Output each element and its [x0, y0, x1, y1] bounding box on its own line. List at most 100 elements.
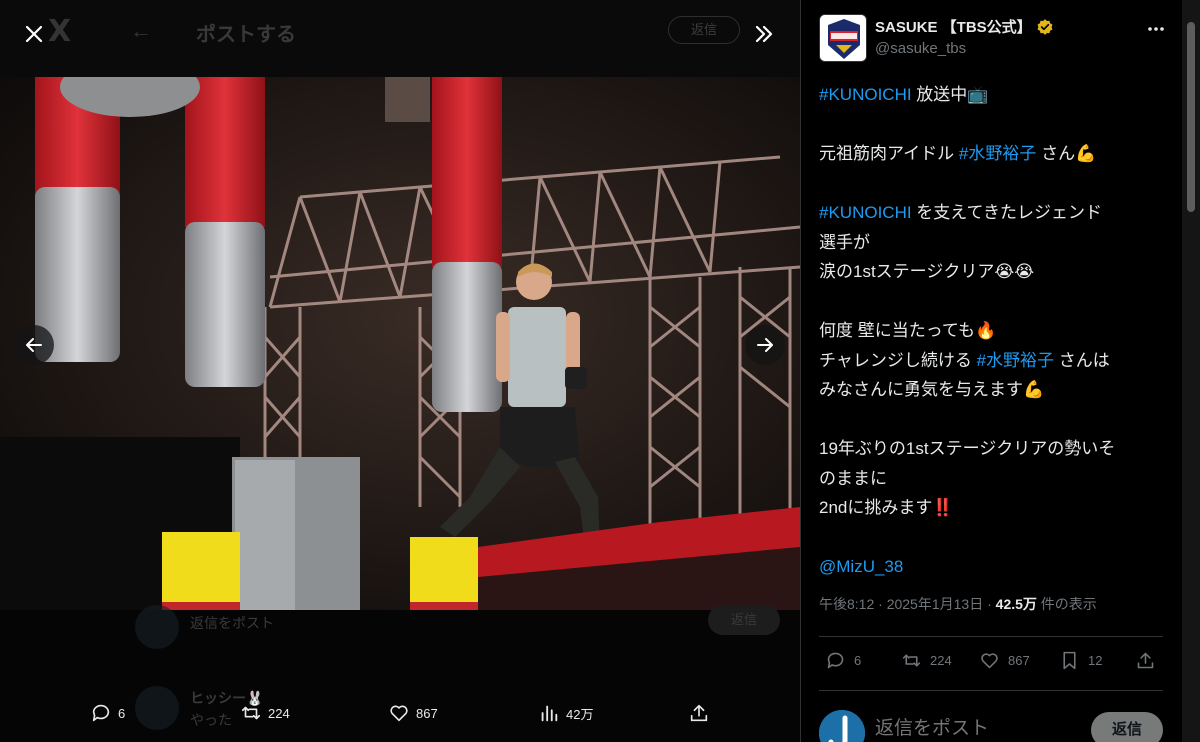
- bookmark-button[interactable]: 12: [1059, 650, 1102, 671]
- display-name-text: SASUKE 【TBS公式】: [875, 19, 1032, 36]
- background-header-title: ポストする: [196, 22, 296, 46]
- tweet-text-line: チャレンジし続ける #水野裕子 さんは: [819, 346, 1169, 376]
- tweet-text-segment: 何度 壁に当たっても🔥: [819, 321, 997, 340]
- like-button[interactable]: 867: [979, 650, 1030, 671]
- display-name[interactable]: SASUKE 【TBS公式】: [875, 16, 1054, 37]
- viewer-reply-count: 6: [118, 705, 126, 721]
- user-handle[interactable]: @sasuke_tbs: [875, 40, 966, 57]
- background-reply-button: 返信: [668, 16, 740, 44]
- bookmark-icon: [1063, 651, 1076, 670]
- expand-panel-button[interactable]: [746, 16, 782, 52]
- verified-badge-icon: [1037, 18, 1053, 35]
- divider: [819, 690, 1163, 691]
- analytics-icon: [541, 705, 558, 722]
- tweet-text-line: 19年ぶりの1stステージクリアの勢いそ: [819, 434, 1169, 464]
- tweet-text-line: 元祖筋肉アイドル #水野裕子 さん💪: [819, 139, 1169, 169]
- viewer-views-button[interactable]: 42万: [538, 702, 593, 724]
- reply-input[interactable]: [875, 718, 1075, 740]
- tweet-text-segment: 選手が: [819, 232, 870, 252]
- hashtag-link[interactable]: #水野裕子: [977, 351, 1054, 370]
- tweet-photo: [0, 77, 800, 610]
- reply-icon: [827, 652, 844, 669]
- reply-submit-button[interactable]: 返信: [1091, 712, 1163, 742]
- tweet-text-segment: 放送中📺: [911, 85, 989, 104]
- viewer-reply-button[interactable]: 6: [90, 702, 125, 724]
- retweet-icon: [241, 706, 261, 720]
- background-avatar: [135, 605, 179, 649]
- tweet-text-segment: 2ndに挑みます‼️: [819, 498, 954, 517]
- previous-image-button[interactable]: [14, 325, 54, 365]
- tweet-text-line: 2ndに挑みます‼️: [819, 493, 1169, 523]
- stage-photo-illustration: [0, 77, 800, 610]
- tweet-text-line: のままに: [819, 464, 1169, 494]
- viewer-share-button[interactable]: [688, 702, 710, 724]
- viewer-retweet-count: 224: [268, 705, 290, 721]
- back-arrow-icon: ←: [130, 18, 152, 43]
- avatar[interactable]: [819, 14, 867, 62]
- tweet-text-line: @MizU_38: [819, 552, 1169, 582]
- tweet-text-segment: さんは: [1054, 350, 1110, 370]
- tweet-meta: 午後8:12 · 2025年1月13日 · 42.5万 件の表示: [819, 594, 1097, 614]
- share-button[interactable]: [1135, 650, 1156, 671]
- tweet-text-line: 涙の1stステージクリア😭😭: [819, 257, 1169, 287]
- current-user-avatar[interactable]: [819, 710, 865, 742]
- tweet-text-line: 選手が: [819, 228, 1169, 258]
- tweet-detail-panel: SASUKE 【TBS公式】 @sasuke_tbs #KUNOICHI 放送中…: [800, 0, 1200, 742]
- viewer-retweet-button[interactable]: 224: [240, 702, 290, 724]
- views-count: 42.5万: [995, 596, 1037, 612]
- tweet-text-line: 何度 壁に当たっても🔥: [819, 316, 1169, 346]
- reply-icon: [92, 704, 110, 722]
- tweet-date[interactable]: 2025年1月13日: [887, 596, 984, 612]
- tweet-text-line: みなさんに勇気を与えます💪: [819, 375, 1169, 405]
- tweet-time[interactable]: 午後8:12: [819, 596, 874, 612]
- tweet-text-segment: 涙の1stステージクリア😭😭: [819, 262, 1035, 281]
- next-image-button[interactable]: [745, 325, 785, 365]
- viewer-like-count: 867: [416, 705, 438, 721]
- reply-button[interactable]: 6: [825, 650, 861, 671]
- heart-icon: [390, 705, 408, 722]
- heart-icon: [981, 653, 998, 669]
- tweet-text-segment: さん💪: [1036, 144, 1097, 163]
- share-icon: [1137, 652, 1154, 669]
- background-post-header: X ← ポストする 返信: [0, 0, 800, 77]
- like-count: 867: [1008, 653, 1030, 668]
- reply-composer: 返信: [819, 704, 1163, 742]
- views-label: 件の表示: [1036, 596, 1097, 612]
- chevrons-right-icon: [755, 25, 773, 43]
- tweet-text-segment: 19年ぶりの1stステージクリアの勢いそ: [819, 439, 1116, 458]
- arrow-right-icon: [757, 338, 773, 352]
- background-reply-text: 返信をポスト: [190, 615, 274, 631]
- tweet-text-segment: チャレンジし続ける: [819, 350, 977, 370]
- sasuke-logo-icon: [820, 15, 866, 61]
- viewer-action-bar: 6 224 867 42万: [0, 690, 800, 740]
- tweet-text-segment: みなさんに勇気を与えます💪: [819, 380, 1045, 399]
- scrollbar[interactable]: [1182, 0, 1200, 742]
- reply-count: 6: [854, 653, 862, 668]
- mention-link[interactable]: @MizU_38: [819, 557, 903, 576]
- divider: [819, 636, 1163, 637]
- tweet-text-segment: のままに: [819, 468, 887, 488]
- tweet-action-bar: 6 224 867 12: [819, 650, 1163, 676]
- scrollbar-thumb[interactable]: [1187, 22, 1195, 212]
- share-icon: [690, 704, 708, 722]
- tweet-text: #KUNOICHI 放送中📺 元祖筋肉アイドル #水野裕子 さん💪 #KUNOICH…: [819, 80, 1169, 582]
- hashtag-link[interactable]: #KUNOICHI: [819, 85, 912, 104]
- background-reply-button-2: 返信: [708, 605, 780, 635]
- bookmark-count: 12: [1088, 653, 1103, 668]
- hashtag-link[interactable]: #KUNOICHI: [819, 203, 912, 222]
- meta-separator: ·: [874, 596, 887, 612]
- more-options-button[interactable]: [1141, 14, 1171, 44]
- retweet-icon: [902, 654, 921, 667]
- tweet-text-segment: 元祖筋肉アイドル: [819, 144, 959, 163]
- viewer-views-count: 42万: [566, 706, 594, 722]
- background-reply-composer: 返信をポスト 返信: [0, 605, 800, 665]
- retweet-button[interactable]: 224: [901, 650, 952, 671]
- retweet-count: 224: [930, 653, 952, 668]
- media-viewer: X ← ポストする 返信 返信をポスト 返信 ヒッシー🐰 やった 6 224 8…: [0, 0, 800, 742]
- close-button[interactable]: [16, 16, 52, 52]
- hashtag-link[interactable]: #水野裕子: [959, 144, 1036, 163]
- viewer-like-button[interactable]: 867: [388, 702, 438, 724]
